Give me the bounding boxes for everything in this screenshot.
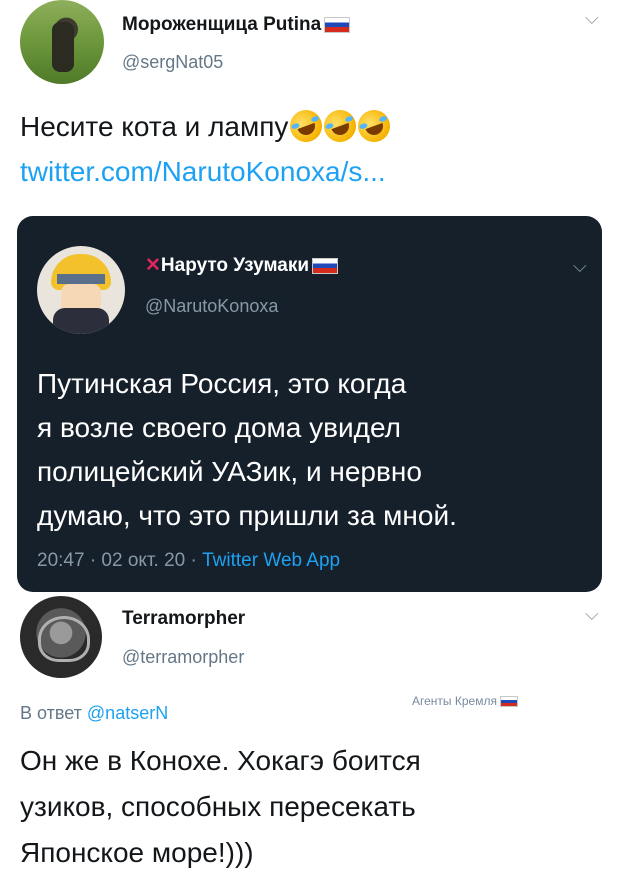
chevron-down-icon[interactable]: ⌵: [573, 256, 587, 277]
quoted-tweet-card[interactable]: ✕Наруто Узумаки @NarutoKonoxa ⌵ Путинска…: [17, 216, 602, 592]
watermark: Агенты Кремля: [412, 694, 518, 708]
cross-mark-icon: ✕: [145, 255, 161, 276]
quoted-text-line: полицейский УАЗик, и нервно: [37, 456, 422, 487]
tweet1-link[interactable]: twitter.com/NarutoKonoxa/s...: [20, 156, 386, 188]
tweet2-text-line: Он же в Конохе. Хокагэ боится: [20, 745, 421, 776]
quoted-author-row[interactable]: ✕Наруто Узумаки: [145, 254, 339, 277]
quoted-time-date[interactable]: 20:47 · 02 окт. 20 ·: [37, 550, 197, 571]
avatar-sergnat05[interactable]: [20, 0, 104, 84]
tweet1-author-row[interactable]: Мороженщица Putina: [122, 14, 351, 36]
tweet2-text: Он же в Конохе. Хокагэ боится узиков, сп…: [20, 738, 421, 876]
rofl-emoji-icon: [319, 105, 361, 147]
quoted-author-name[interactable]: Наруто Узумаки: [161, 255, 309, 276]
rofl-emoji-icon: [353, 105, 395, 147]
quoted-text: Путинская Россия, это когда я возле свое…: [37, 362, 457, 538]
tweet1-handle[interactable]: @sergNat05: [122, 52, 223, 73]
avatar-naruto[interactable]: [37, 246, 125, 334]
quoted-handle[interactable]: @NarutoKonoxa: [145, 296, 278, 317]
quoted-text-line: думаю, что это пришли за мной.: [37, 500, 457, 531]
reply-prefix: В ответ: [20, 703, 82, 723]
russia-flag-icon: [499, 696, 518, 708]
reply-context: В ответ @natserN: [20, 703, 168, 724]
russia-flag-icon: [324, 16, 351, 33]
russia-flag-icon: [312, 257, 339, 274]
tweet1-author-name[interactable]: Мороженщица Putina: [122, 14, 321, 35]
quoted-text-line: Путинская Россия, это когда: [37, 368, 407, 399]
tweet2-text-line: Японское море!))): [20, 837, 254, 868]
quoted-meta: 20:47 · 02 окт. 20 · Twitter Web App: [37, 550, 340, 572]
chevron-down-icon[interactable]: ⌵: [585, 8, 599, 29]
rofl-emoji-icon: [285, 105, 327, 147]
tweet1-text-row: Несите кота и лампу: [20, 105, 395, 147]
tweet2-author-name[interactable]: Terramorpher: [122, 608, 245, 630]
tweet2-text-line: узиков, способных пересекать: [20, 791, 416, 822]
chevron-down-icon[interactable]: ⌵: [585, 604, 599, 625]
tweet1-text: Несите кота и лампу: [20, 111, 289, 142]
watermark-text: Агенты Кремля: [412, 694, 497, 708]
avatar-terramorpher[interactable]: [20, 596, 102, 678]
reply-handle[interactable]: @natserN: [87, 703, 168, 723]
tweet2-handle[interactable]: @terramorpher: [122, 647, 244, 668]
quoted-text-line: я возле своего дома увидел: [37, 412, 401, 443]
quoted-source[interactable]: Twitter Web App: [202, 550, 340, 571]
